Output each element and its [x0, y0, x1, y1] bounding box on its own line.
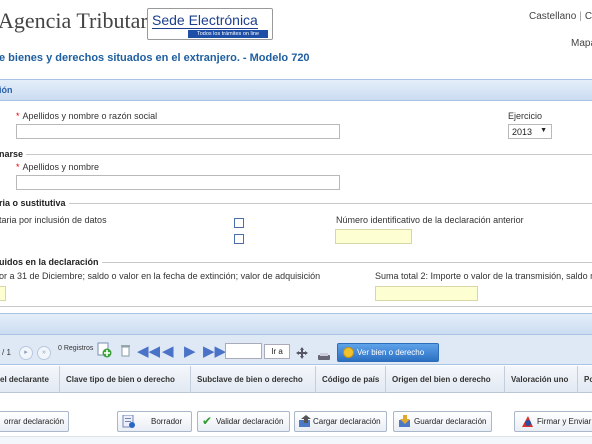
load-declaration-label: Cargar declaración	[313, 417, 381, 426]
section-band-bienes	[0, 313, 592, 335]
suma-total-2-input[interactable]	[375, 286, 478, 301]
numero-anterior-input[interactable]	[335, 229, 412, 244]
suma-total-2-label: Suma total 2: Importe o valor de la tran…	[375, 271, 592, 281]
ejercicio-select[interactable]: 2013 ▼	[508, 124, 552, 139]
site-map-link[interactable]: Mapa	[571, 38, 592, 49]
draft-button[interactable]: Borrador	[117, 411, 192, 432]
lang-catala[interactable]: Ca	[585, 11, 592, 22]
last-record-icon[interactable]: ▶▶	[203, 344, 226, 360]
declarant-name-label: * Apellidos y nombre o razón social	[16, 111, 158, 121]
section-band-label: ión	[0, 85, 13, 95]
grid-header: el declarante Clave tipo de bien o derec…	[0, 366, 592, 393]
sign-and-send-button[interactable]: Firmar y Enviar	[514, 411, 592, 432]
save-declaration-button[interactable]: Guardar declaración	[393, 411, 492, 432]
print-icon[interactable]	[318, 348, 330, 360]
sign-and-send-label: Firmar y Enviar	[537, 417, 592, 426]
next-record-icon[interactable]: ▶	[184, 344, 196, 360]
next-page-icon[interactable]: ▸	[19, 346, 33, 360]
site-header: Agencia Tributaria Sede Electrónica Todo…	[0, 0, 592, 49]
column-header[interactable]: Clave tipo de bien o derecho	[60, 366, 191, 393]
column-header[interactable]: Origen del bien o derecho	[386, 366, 505, 393]
draft-icon	[122, 414, 135, 428]
upload-icon	[299, 415, 312, 428]
numero-anterior-label: Número identificativo de la declaración …	[336, 215, 524, 225]
suma-total-1-input[interactable]	[0, 286, 6, 301]
draft-label: Borrador	[151, 417, 183, 426]
lang-castellano[interactable]: Castellano	[529, 11, 576, 22]
save-declaration-label: Guardar declaración	[414, 417, 487, 426]
suma-total-1-label: or a 31 de Diciembre; saldo o valor en l…	[0, 271, 321, 281]
previous-record-icon[interactable]: ◀	[162, 344, 174, 360]
view-icon	[343, 347, 354, 358]
last-page-icon[interactable]: »	[37, 346, 51, 360]
required-marker: *	[16, 162, 20, 172]
delete-declaration-button[interactable]: orrar declaración	[0, 411, 69, 432]
sign-icon	[521, 415, 534, 428]
agency-brand[interactable]: Agencia Tributaria	[0, 8, 164, 34]
page-counter: / 1	[2, 348, 11, 357]
first-record-icon[interactable]: ◀◀	[137, 344, 160, 360]
complementaria-checkbox[interactable]	[234, 218, 244, 228]
required-marker: *	[16, 111, 20, 121]
contact-name-label: * Apellidos y nombre	[16, 162, 100, 172]
move-icon[interactable]	[296, 346, 308, 359]
add-record-icon[interactable]	[96, 342, 112, 358]
column-header[interactable]: Valoración uno	[505, 366, 578, 393]
validate-label: Validar declaración	[216, 417, 284, 426]
ejercicio-value: 2013	[512, 127, 533, 137]
footer-strip	[0, 436, 592, 444]
check-icon: ✔	[202, 414, 213, 428]
por-inclusion-label: taria por inclusión de datos	[0, 215, 107, 225]
column-header[interactable]: Código de país	[316, 366, 386, 393]
section-incluidos-heading: uidos en la declaración	[0, 257, 102, 267]
section-contact-heading: narse	[0, 149, 27, 159]
view-asset-button[interactable]: Ver bien o derecho	[337, 343, 439, 362]
load-declaration-button[interactable]: Cargar declaración	[294, 411, 387, 432]
sustitutiva-checkbox[interactable]	[234, 234, 244, 244]
column-header[interactable]: Po	[578, 366, 592, 393]
section-complementaria-heading: ria o sustitutiva	[0, 198, 69, 208]
view-asset-label: Ver bien o derecho	[357, 348, 425, 357]
validate-button[interactable]: ✔ Validar declaración	[197, 411, 290, 432]
section-band-identification: ión	[0, 79, 592, 101]
page-title: e bienes y derechos situados en el extra…	[0, 52, 310, 64]
goto-page-button[interactable]: Ir a	[264, 344, 290, 359]
delete-record-icon[interactable]	[120, 344, 131, 357]
declarant-name-input[interactable]	[16, 124, 340, 139]
save-icon	[399, 415, 412, 428]
sede-title: Sede Electrónica	[152, 12, 258, 29]
contact-name-input[interactable]	[16, 175, 340, 190]
column-header[interactable]: Subclave de bien o derecho	[191, 366, 316, 393]
divider	[0, 203, 592, 204]
language-switcher: Castellano|Ca	[529, 11, 592, 22]
record-count: 0 Registros	[58, 345, 94, 352]
goto-page-input[interactable]	[225, 343, 262, 359]
divider	[0, 306, 592, 307]
column-header[interactable]: el declarante	[0, 366, 60, 393]
ejercicio-label: Ejercicio	[508, 111, 543, 121]
divider	[0, 154, 592, 155]
delete-declaration-label: orrar declaración	[4, 417, 65, 426]
sede-subtitle: Todos los trámites on line	[188, 30, 268, 38]
chevron-down-icon: ▼	[540, 127, 547, 134]
sede-electronica-logo[interactable]: Sede Electrónica Todos los trámites on l…	[147, 8, 273, 40]
